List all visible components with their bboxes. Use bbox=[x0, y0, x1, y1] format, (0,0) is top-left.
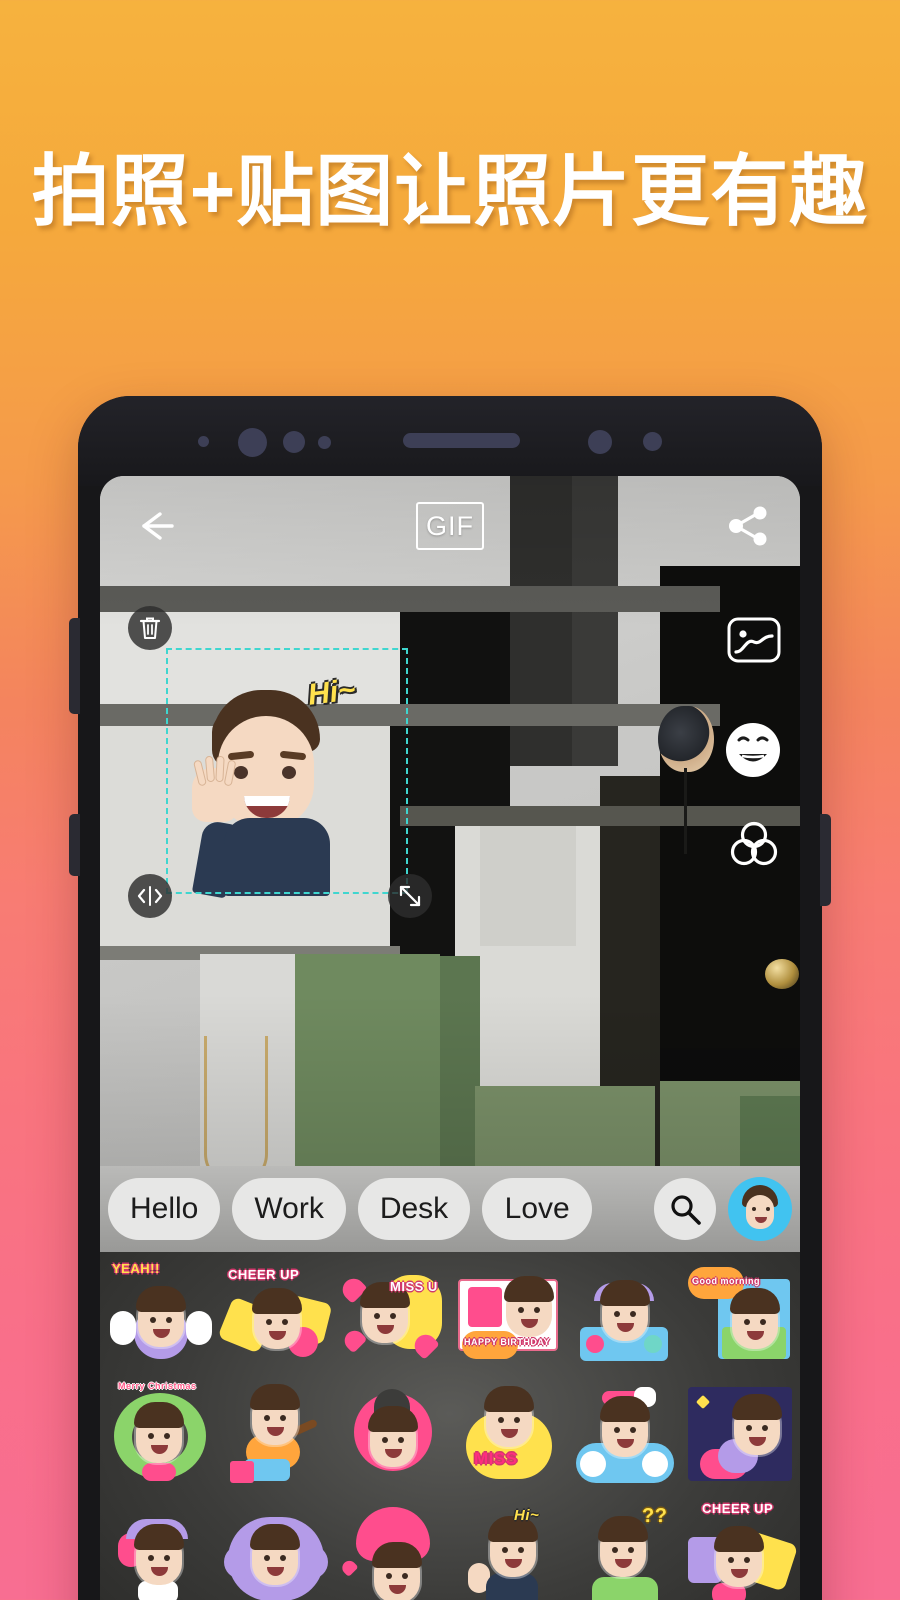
sticker-grid-item[interactable] bbox=[682, 1374, 798, 1492]
gif-button[interactable]: GIF bbox=[416, 502, 484, 550]
sticker-grid-item[interactable]: YEAH!! bbox=[102, 1256, 218, 1374]
sticker-grid-item[interactable]: HAPPY BIRTHDAY bbox=[450, 1256, 566, 1374]
share-icon[interactable] bbox=[722, 500, 774, 552]
sticker-category-bar: Hello Work Desk Love bbox=[100, 1166, 800, 1252]
sticker-grid-item[interactable]: Good morning bbox=[682, 1256, 798, 1374]
avatar[interactable] bbox=[728, 1177, 792, 1241]
sticker-grid-item[interactable] bbox=[218, 1492, 334, 1600]
sticker-badge: ?? bbox=[642, 1505, 668, 1527]
sticker-badge: MISS U bbox=[390, 1279, 438, 1294]
sticker-badge: Good morning bbox=[692, 1276, 760, 1286]
trash-icon[interactable] bbox=[128, 606, 172, 650]
sticker-badge: CHEER UP bbox=[228, 1267, 300, 1282]
flip-horizontal-icon[interactable] bbox=[128, 874, 172, 918]
sticker-selection-box[interactable] bbox=[166, 648, 408, 894]
app-bar: GIF bbox=[100, 476, 800, 576]
sticker-grid-item[interactable]: CHEER UP bbox=[217, 1256, 334, 1374]
power-button[interactable] bbox=[820, 814, 831, 906]
back-arrow-icon[interactable] bbox=[134, 506, 178, 546]
sticker-badge: Merry Christmas bbox=[118, 1381, 197, 1391]
earpiece-speaker bbox=[403, 433, 520, 448]
front-camera-icon bbox=[238, 428, 267, 457]
chip-love[interactable]: Love bbox=[482, 1178, 593, 1240]
sticker-grid-item[interactable]: Merry Christmas bbox=[102, 1374, 218, 1492]
phone-screen: GIF Hi~ Hello Work Desk Love YEAH!! CHEE… bbox=[100, 476, 800, 1600]
chip-desk[interactable]: Desk bbox=[357, 1178, 471, 1240]
sticker-badge: CHEER UP bbox=[702, 1501, 774, 1516]
sticker-grid-item[interactable]: MISS bbox=[450, 1374, 566, 1492]
volume-down-button[interactable] bbox=[69, 814, 80, 876]
sticker-grid-item[interactable] bbox=[334, 1492, 450, 1600]
promo-headline: 拍照+贴图让照片更有趣 bbox=[31, 147, 869, 235]
search-icon[interactable] bbox=[654, 1178, 716, 1240]
sticker-grid-item[interactable] bbox=[566, 1256, 682, 1374]
resize-diagonal-icon[interactable] bbox=[388, 874, 432, 918]
sticker-grid-item[interactable] bbox=[334, 1374, 450, 1492]
sticker-grid-item[interactable] bbox=[102, 1492, 218, 1600]
sensor-dot bbox=[198, 436, 209, 447]
sticker-grid-item[interactable] bbox=[218, 1374, 334, 1492]
phone-mockup: GIF Hi~ Hello Work Desk Love YEAH!! CHEE… bbox=[69, 396, 831, 1600]
sticker-grid-item[interactable] bbox=[566, 1374, 682, 1492]
sensor-dot bbox=[318, 436, 331, 449]
sticker-grid-item[interactable]: CHEER UP bbox=[682, 1492, 799, 1600]
chip-work[interactable]: Work bbox=[232, 1178, 346, 1240]
sticker-badge: Hi~ bbox=[514, 1507, 540, 1524]
sensor-dot bbox=[588, 430, 612, 454]
sticker-grid-item[interactable]: MISS U bbox=[334, 1256, 450, 1374]
sensor-dot bbox=[283, 431, 305, 453]
smiley-face-icon[interactable] bbox=[724, 721, 782, 779]
filter-circles-icon[interactable] bbox=[726, 821, 782, 869]
sticker-grid[interactable]: YEAH!! CHEER UP MISS U HAPPY BIRTHDAY Go… bbox=[100, 1252, 800, 1600]
sensor-dot bbox=[643, 432, 662, 451]
chip-hello[interactable]: Hello bbox=[108, 1178, 221, 1240]
volume-up-button[interactable] bbox=[69, 618, 80, 714]
phone-sensor-cluster bbox=[78, 428, 822, 457]
sticker-badge: YEAH!! bbox=[112, 1261, 160, 1276]
sticker-grid-item[interactable]: Hi~ bbox=[450, 1492, 566, 1600]
sticker-badge: HAPPY BIRTHDAY bbox=[464, 1337, 551, 1347]
sticker-grid-item[interactable]: ?? bbox=[566, 1492, 682, 1600]
image-icon[interactable] bbox=[726, 616, 782, 664]
sticker-badge: MISS bbox=[474, 1449, 518, 1468]
